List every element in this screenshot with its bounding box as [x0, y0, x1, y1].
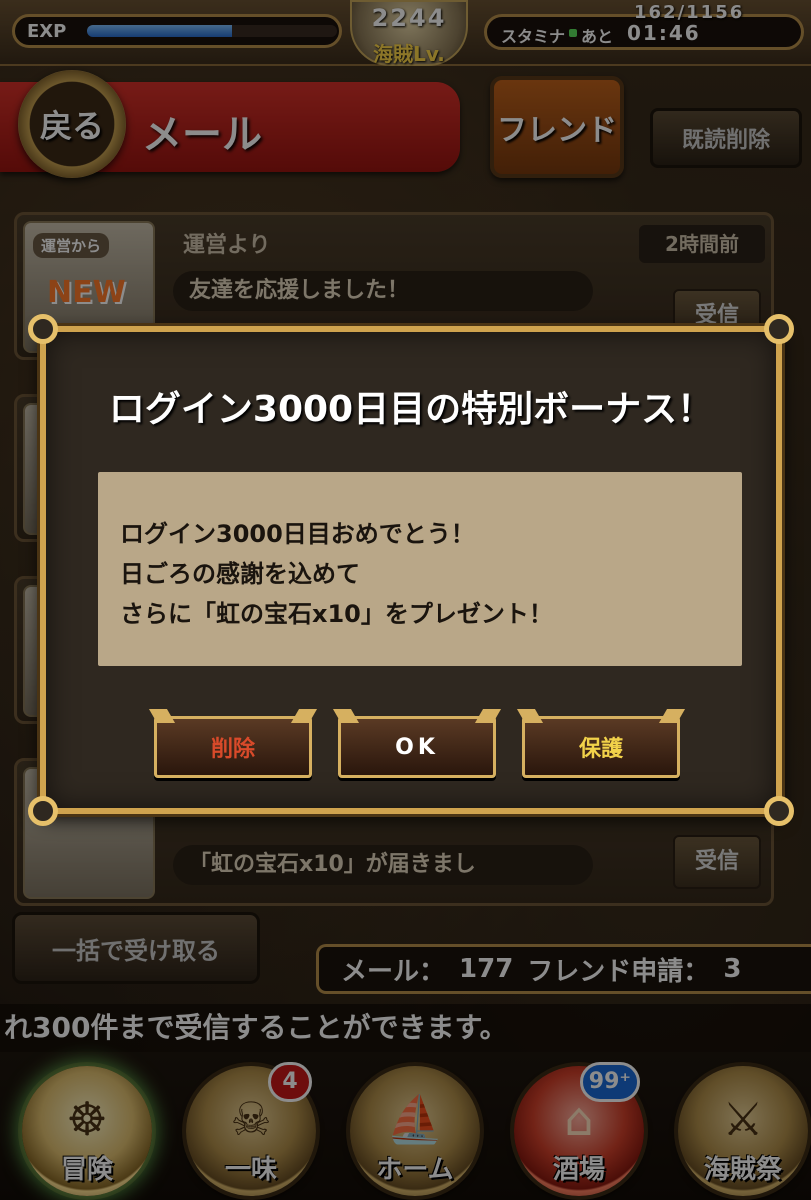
- button-corner-ornament: [474, 709, 502, 723]
- frame-corner-ornament: [764, 314, 794, 344]
- ok-button-label: OK: [395, 734, 439, 760]
- delete-button-label: 削除: [210, 737, 255, 762]
- button-corner-ornament: [658, 709, 686, 723]
- frame-corner-ornament: [28, 796, 58, 826]
- protect-button-label: 保護: [578, 737, 623, 762]
- dialog-message-line: さらに「虹の宝石x10」をプレゼント！: [120, 600, 553, 628]
- frame-corner-ornament: [764, 796, 794, 826]
- ok-button[interactable]: OK: [332, 709, 502, 778]
- dialog-message-line: ログイン3000日目おめでとう！: [120, 520, 475, 548]
- button-corner-ornament: [148, 709, 176, 723]
- dialog-message: ログイン3000日目おめでとう！ 日ごろの感謝を込めて さらに「虹の宝石x10」…: [98, 472, 742, 666]
- delete-button[interactable]: 削除: [148, 709, 318, 778]
- button-corner-ornament: [290, 709, 318, 723]
- button-corner-ornament: [332, 709, 360, 723]
- protect-button[interactable]: 保護: [516, 709, 686, 778]
- bonus-dialog: ログイン3000日目の特別ボーナス！ ログイン3000日目おめでとう！ 日ごろの…: [28, 314, 794, 826]
- dialog-message-line: 日ごろの感謝を込めて: [120, 560, 360, 588]
- dialog-title: ログイン3000日目の特別ボーナス！: [108, 389, 714, 430]
- frame-corner-ornament: [28, 314, 58, 344]
- button-corner-ornament: [516, 709, 544, 723]
